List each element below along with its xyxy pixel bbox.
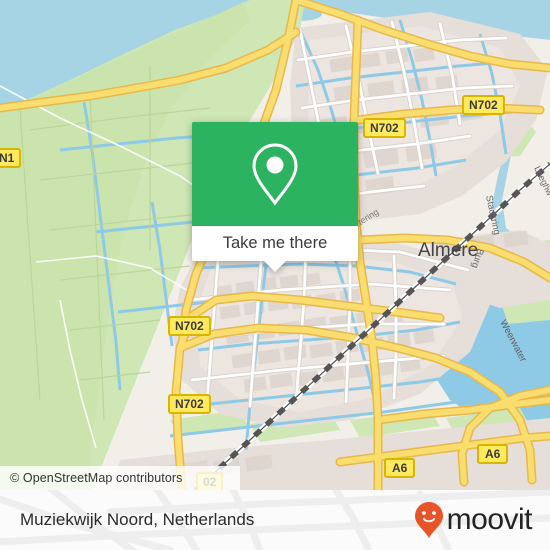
road-shield-partial: N1 xyxy=(0,148,22,168)
map-pin-icon xyxy=(252,143,298,206)
osm-attribution-text: © OpenStreetMap contributors xyxy=(10,471,183,485)
osm-attribution[interactable]: © OpenStreetMap contributors xyxy=(0,466,240,490)
road-shield-a6: A6 xyxy=(384,458,416,478)
moovit-logo[interactable]: moovit xyxy=(414,501,533,539)
place-title: Muziekwijk Noord, Netherlands xyxy=(20,510,255,529)
popup-action[interactable]: Take me there xyxy=(192,226,358,272)
map-screenshot: Almere Stadsring Burg Weerwater Leeghw e… xyxy=(0,0,550,550)
popup-action-label: Take me there xyxy=(222,234,328,252)
road-shield-n702: N702 xyxy=(363,118,406,138)
footer-bar: Muziekwijk Noord, Netherlands moovit xyxy=(0,490,550,550)
popup-header xyxy=(192,122,358,226)
map-city-label: Almere xyxy=(418,240,478,261)
road-shield-n702: N702 xyxy=(168,394,211,414)
popup-pointer xyxy=(264,261,286,272)
road-shield-a6: A6 xyxy=(477,444,509,464)
map-popup[interactable]: Take me there xyxy=(192,122,358,272)
moovit-pin-icon xyxy=(414,502,443,538)
road-shield-n702: N702 xyxy=(168,316,211,336)
road-shield-n702: N702 xyxy=(462,95,505,115)
moovit-wordmark: moovit xyxy=(446,503,533,536)
